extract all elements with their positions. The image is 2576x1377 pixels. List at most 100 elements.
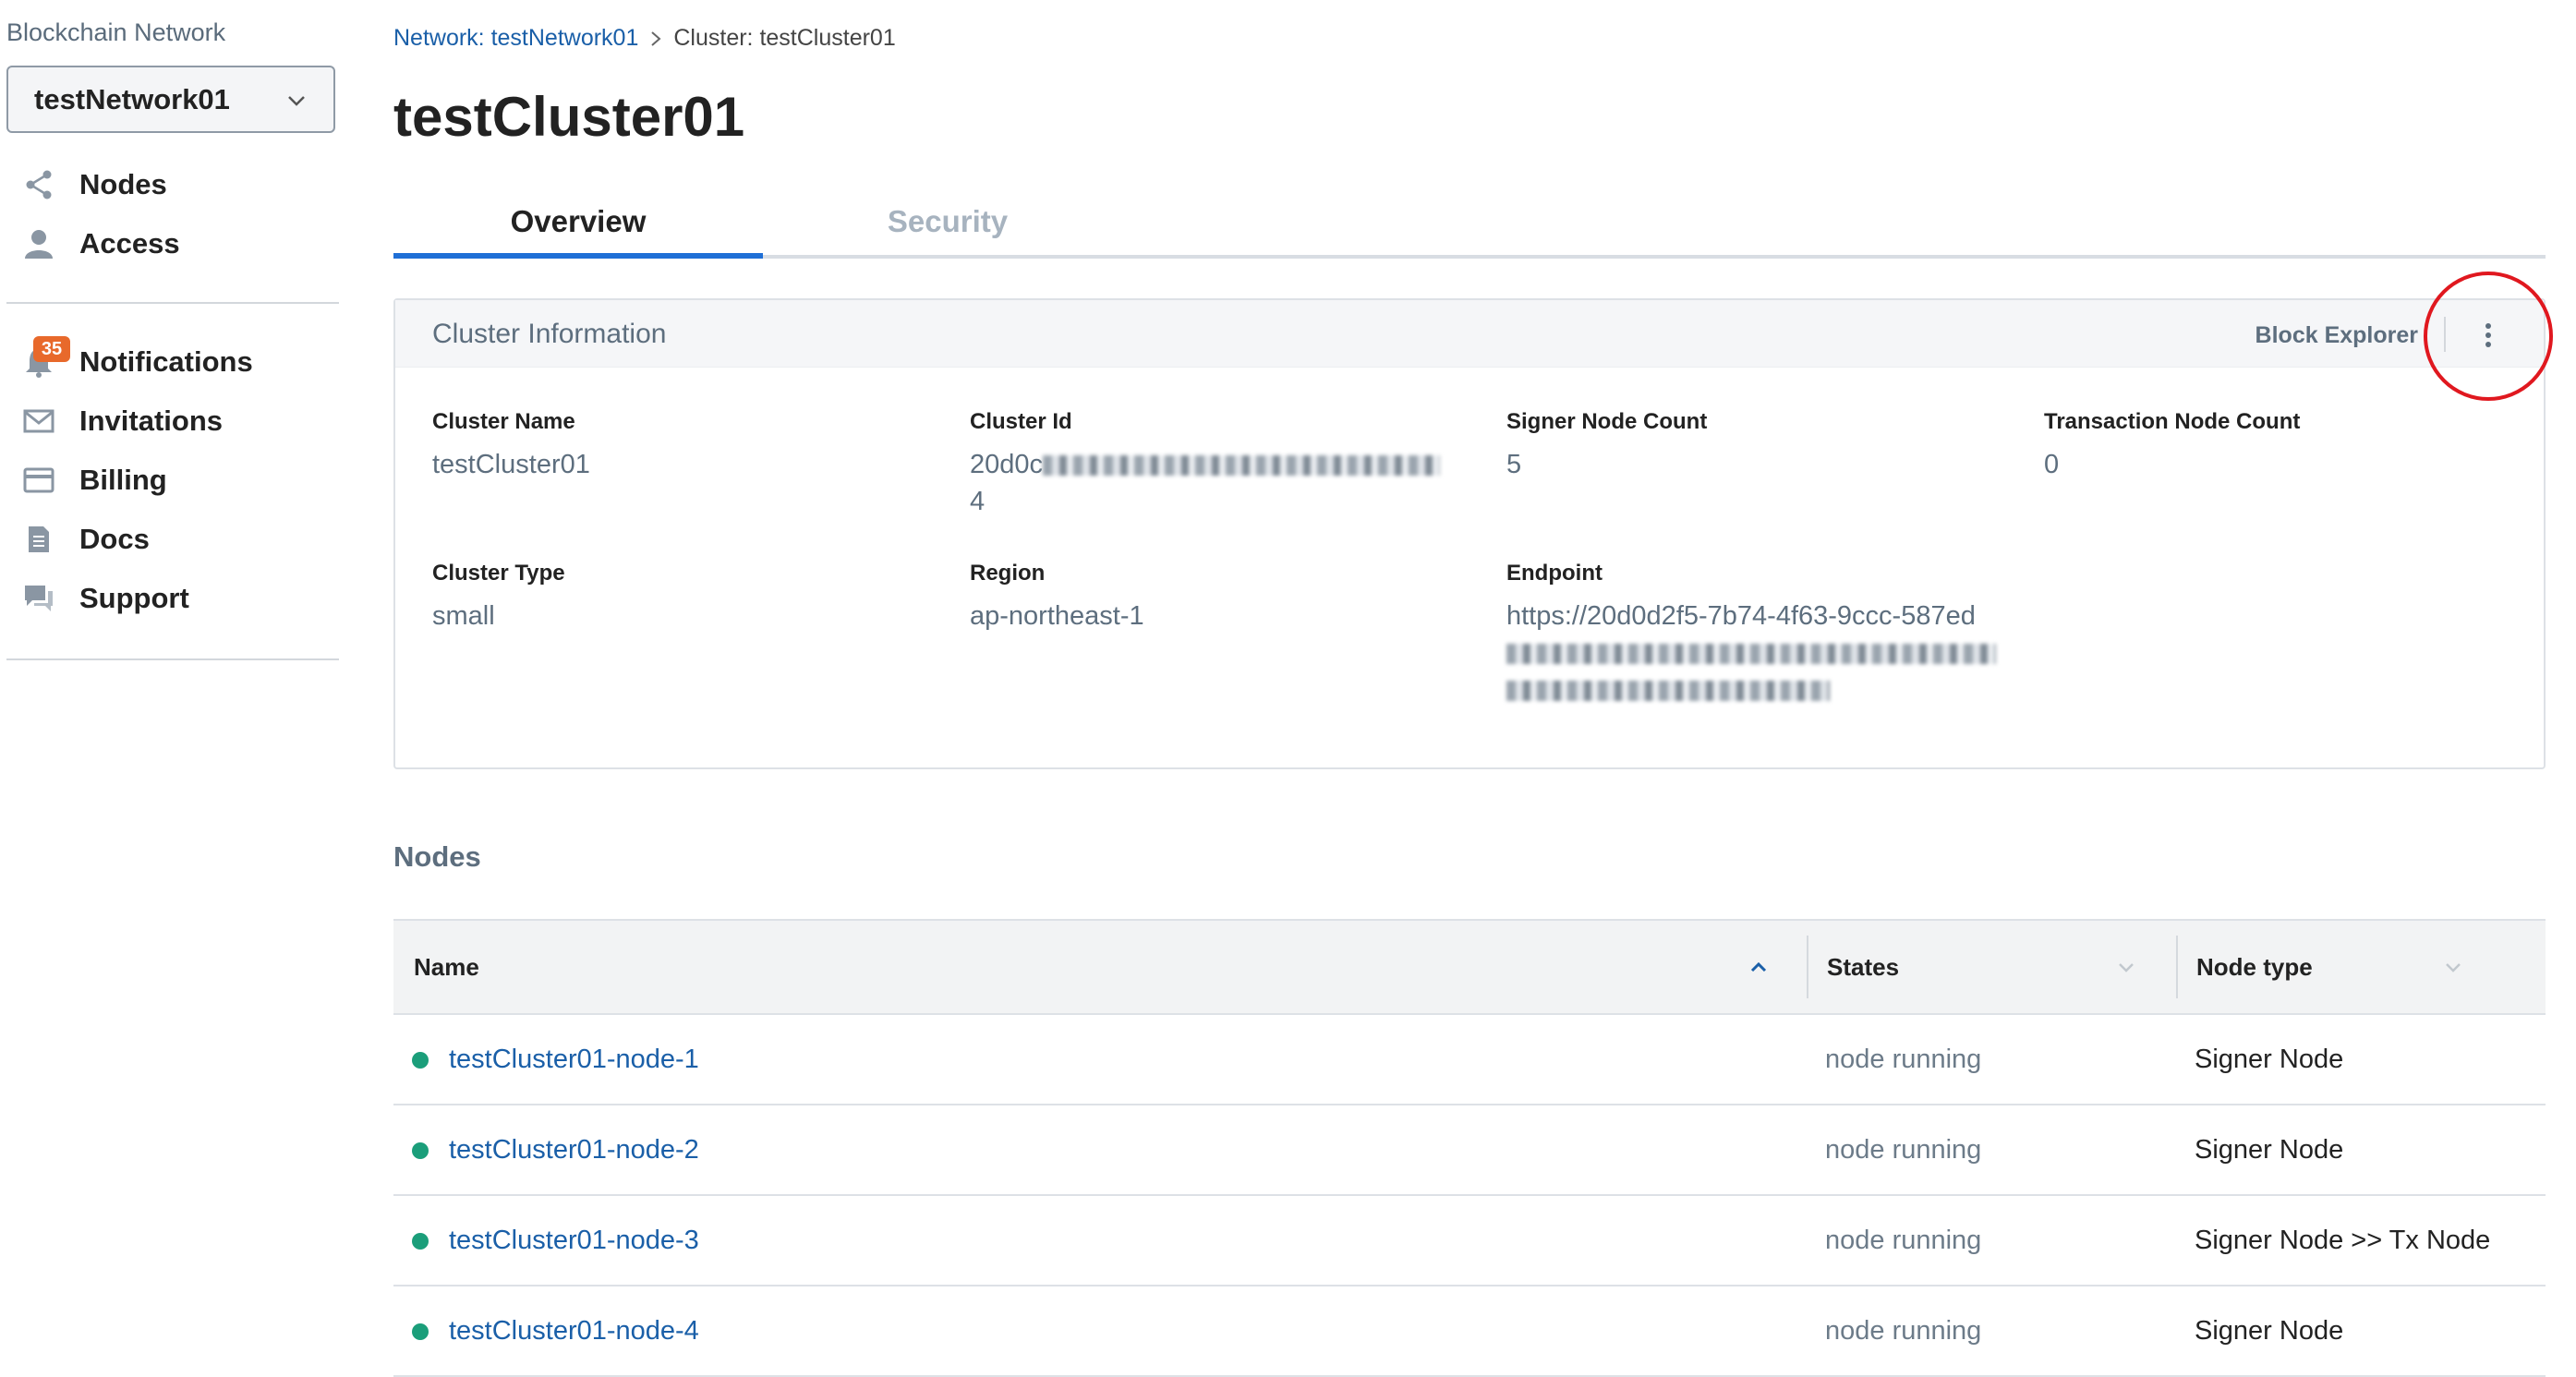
field-label: Cluster Type <box>432 561 565 586</box>
breadcrumb: Network: testNetwork01 Cluster: testClus… <box>393 25 896 52</box>
sidebar-item-billing[interactable]: Billing <box>0 451 340 510</box>
field-label: Signer Node Count <box>1506 409 1708 434</box>
share-icon <box>20 166 57 203</box>
node-type: Signer Node >> Tx Node <box>2195 1225 2491 1255</box>
credit-card-icon <box>20 462 57 499</box>
redacted-block <box>1506 681 1830 702</box>
node-state: node running <box>1825 1225 1982 1255</box>
sidebar-item-label: Invitations <box>79 405 224 437</box>
active-tab-indicator <box>393 253 763 259</box>
field-cluster-type: Cluster Type small <box>432 561 949 634</box>
network-selector[interactable]: testNetwork01 <box>6 66 335 133</box>
cluster-information-card: Cluster Information Block Explorer Clust… <box>393 272 2553 769</box>
sidebar-item-label: Notifications <box>79 345 253 378</box>
status-running-dot <box>412 1142 429 1159</box>
card-header: Cluster Information Block Explorer <box>395 272 2553 401</box>
chat-icon <box>20 580 57 617</box>
network-selector-value: testNetwork01 <box>34 82 230 115</box>
status-running-dot <box>412 1323 429 1340</box>
node-state: node running <box>1825 1044 1982 1074</box>
sidebar-item-label: Billing <box>79 464 167 496</box>
table-row: testCluster01-node-2 node running Signer… <box>393 1105 2546 1196</box>
field-value: 0 <box>2044 450 2060 479</box>
node-state: node running <box>1825 1315 1982 1346</box>
sort-ascending-icon[interactable] <box>1748 956 1770 978</box>
highlight-annotation-circle <box>2424 272 2553 401</box>
field-transaction-node-count: Transaction Node Count 0 <box>2044 409 2561 483</box>
field-value: small <box>432 601 495 631</box>
tab-bar: Overview Security <box>393 185 2546 259</box>
node-name-link[interactable]: testCluster01-node-3 <box>449 1196 699 1285</box>
table-row: testCluster01-node-4 node running Signer… <box>393 1286 2546 1377</box>
sidebar-item-label: Access <box>79 227 180 260</box>
chevron-right-icon <box>651 30 661 46</box>
block-explorer-link[interactable]: Block Explorer <box>2256 322 2418 349</box>
column-header-node-type[interactable]: Node type <box>2196 921 2313 1013</box>
person-icon <box>20 225 57 262</box>
sidebar-item-support[interactable]: Support <box>0 569 340 628</box>
column-divider <box>1807 936 1808 998</box>
sidebar-item-docs[interactable]: Docs <box>0 510 340 569</box>
sidebar-item-access[interactable]: Access <box>0 214 340 273</box>
field-value: testCluster01 <box>432 450 590 479</box>
field-endpoint: Endpoint https://20d0d2f5-7b74-4f63-9ccc… <box>1506 561 2024 708</box>
column-header-name[interactable]: Name <box>414 921 479 1013</box>
node-type: Signer Node <box>2195 1134 2344 1165</box>
document-icon <box>20 521 57 558</box>
nodes-section-title: Nodes <box>393 840 481 873</box>
column-header-states[interactable]: States <box>1827 921 1899 1013</box>
node-name-link[interactable]: testCluster01-node-2 <box>449 1105 699 1194</box>
table-row: testCluster01-node-3 node running Signer… <box>393 1196 2546 1286</box>
field-value: 20d0c 4 <box>970 446 1487 520</box>
sidebar-item-notifications[interactable]: 35 Notifications <box>0 332 340 392</box>
field-label: Cluster Id <box>970 409 1072 434</box>
field-label: Endpoint <box>1506 561 1602 586</box>
redacted-block <box>1043 455 1441 477</box>
node-name-link[interactable]: testCluster01-node-1 <box>449 1015 699 1104</box>
tab-overview[interactable]: Overview <box>393 194 763 249</box>
field-region: Region ap-northeast-1 <box>970 561 1487 634</box>
node-type: Signer Node <box>2195 1044 2344 1074</box>
field-signer-node-count: Signer Node Count 5 <box>1506 409 2024 483</box>
field-value: 5 <box>1506 450 1522 479</box>
field-label: Cluster Name <box>432 409 575 434</box>
chevron-down-icon[interactable] <box>2115 956 2137 978</box>
node-name-link[interactable]: testCluster01-node-4 <box>449 1286 699 1375</box>
field-label: Transaction Node Count <box>2044 409 2301 434</box>
cluster-id-prefix: 20d0c <box>970 450 1044 479</box>
table-row: testCluster01-node-1 node running Signer… <box>393 1015 2546 1105</box>
status-running-dot <box>412 1052 429 1069</box>
breadcrumb-current: Cluster: testCluster01 <box>673 25 896 51</box>
field-label: Region <box>970 561 1046 586</box>
nodes-table: Name States Node type testCluster01-node… <box>393 919 2546 1377</box>
field-value: https://20d0d2f5-7b74-4f63-9ccc-587ed <box>1506 598 2024 708</box>
mail-icon <box>20 403 57 440</box>
notification-count-badge: 35 <box>33 336 70 362</box>
field-value: ap-northeast-1 <box>970 601 1144 631</box>
sidebar-item-label: Docs <box>79 523 150 555</box>
bell-icon: 35 <box>20 336 70 380</box>
sidebar: Blockchain Network testNetwork01 Nodes A… <box>0 0 340 1319</box>
status-running-dot <box>412 1233 429 1250</box>
chevron-down-icon <box>288 96 305 106</box>
card-title: Cluster Information <box>432 319 667 349</box>
node-state: node running <box>1825 1134 1982 1165</box>
secondary-nav: 35 Notifications Invitations Billing Doc… <box>0 332 340 628</box>
breadcrumb-network-link[interactable]: Network: testNetwork01 <box>393 25 638 52</box>
sidebar-item-label: Support <box>79 582 189 614</box>
sidebar-divider <box>6 302 339 304</box>
endpoint-visible-text: https://20d0d2f5-7b74-4f63-9ccc-587ed <box>1506 601 1976 631</box>
tab-security[interactable]: Security <box>763 194 1132 249</box>
table-header: Name States Node type <box>393 919 2546 1015</box>
node-type: Signer Node <box>2195 1315 2344 1346</box>
sidebar-divider <box>6 658 339 660</box>
chevron-down-icon[interactable] <box>2442 956 2464 978</box>
sidebar-item-invitations[interactable]: Invitations <box>0 392 340 451</box>
sidebar-item-nodes[interactable]: Nodes <box>0 155 340 214</box>
redacted-block <box>1506 644 1996 665</box>
sidebar-title: Blockchain Network <box>6 18 226 46</box>
sidebar-item-label: Nodes <box>79 168 167 200</box>
page-title: testCluster01 <box>393 86 745 148</box>
field-cluster-name: Cluster Name testCluster01 <box>432 409 949 483</box>
field-cluster-id: Cluster Id 20d0c 4 <box>970 409 1487 520</box>
